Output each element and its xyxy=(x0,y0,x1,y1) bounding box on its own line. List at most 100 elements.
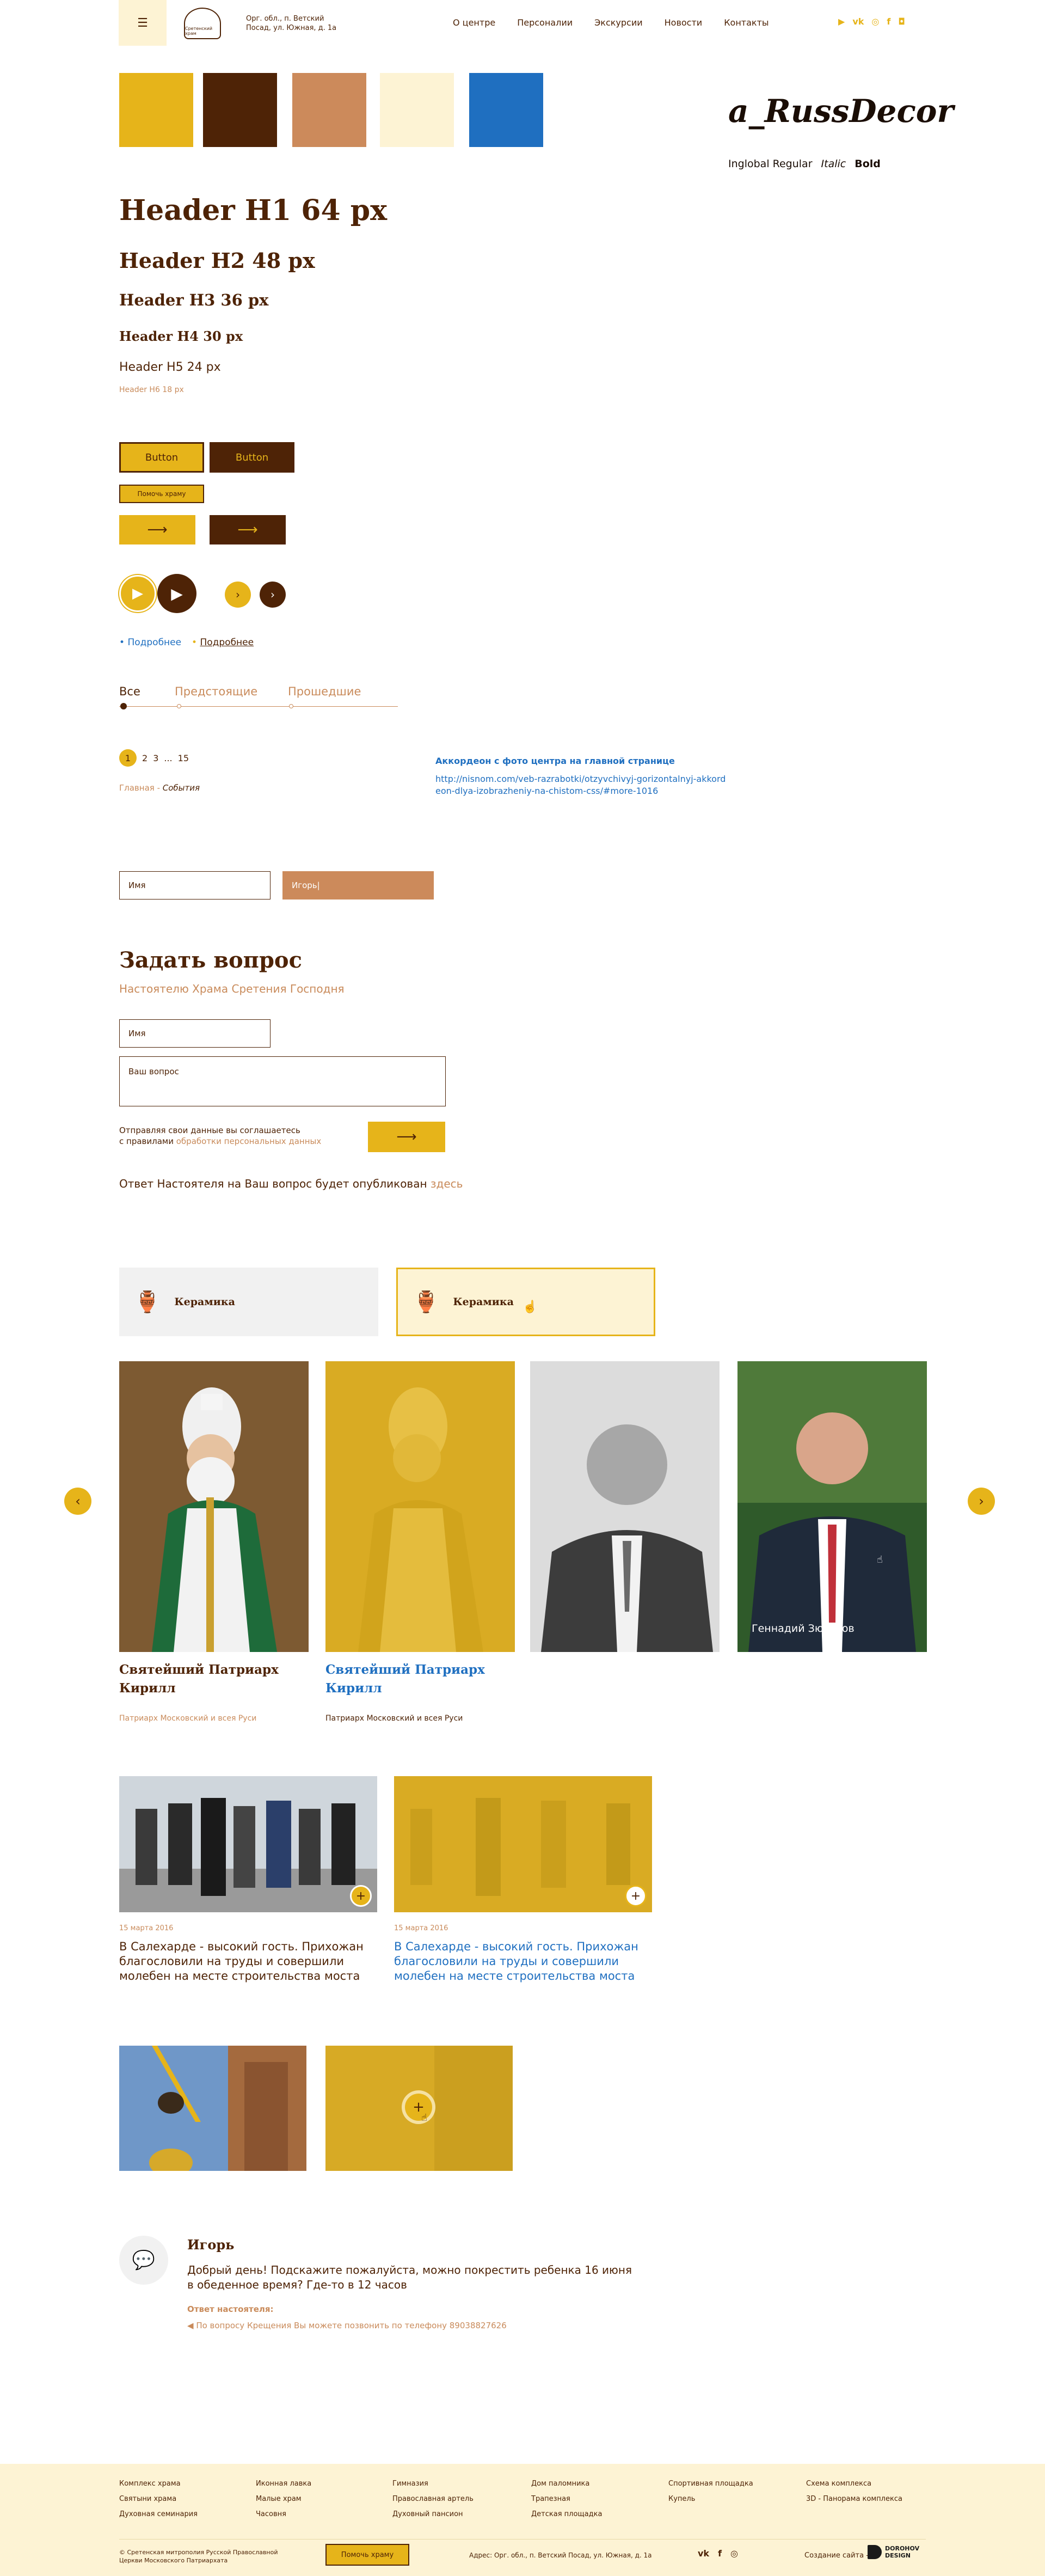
news-title[interactable]: В Салехарде - высокий гость. Прихожан бл… xyxy=(119,1939,370,1984)
nav-item-contacts[interactable]: Контакты xyxy=(724,17,769,28)
youtube-icon[interactable]: ▶ xyxy=(838,16,845,27)
footer-created-by: Создание сайта - xyxy=(804,2551,869,2560)
page-1[interactable]: 1 xyxy=(119,749,137,767)
heading-h5: Header H5 24 px xyxy=(119,360,221,374)
pagination: 1 2 3 ... 15 xyxy=(119,749,189,767)
footer-help-button[interactable]: Помочь храму xyxy=(325,2544,409,2566)
facebook-icon[interactable]: f xyxy=(887,16,890,27)
instagram-icon[interactable]: ◎ xyxy=(730,2548,738,2559)
page-ellipsis: ... xyxy=(164,752,173,763)
tab-indicator xyxy=(120,703,127,709)
next-button-yellow[interactable]: › xyxy=(225,582,251,608)
portrait-photo xyxy=(530,1361,720,1652)
font-style-bold: Bold xyxy=(855,158,881,170)
nav-item-about[interactable]: О центре xyxy=(453,17,495,28)
social-links: ▶ vk ◎ f ◘ xyxy=(838,16,905,27)
ceramics-icon: 🏺 xyxy=(134,1289,161,1314)
next-button-brown[interactable]: › xyxy=(260,582,286,608)
color-swatch-yellow xyxy=(119,73,193,147)
gallery-photo-image xyxy=(119,2046,306,2171)
menu-button[interactable]: ☰ xyxy=(119,0,167,46)
accordion-note-link[interactable]: http://nisnom.com/veb-razrabotki/otzyvch… xyxy=(435,773,729,797)
person-title: Патриарх Московский и всея Руси xyxy=(119,1714,257,1723)
person-photo-hover[interactable] xyxy=(325,1361,515,1652)
person-name[interactable]: Святейший Патриарх Кирилл xyxy=(119,1661,293,1698)
nav-item-news[interactable]: Новости xyxy=(665,17,703,28)
answer-label: Ответ настоятеля: xyxy=(187,2304,274,2314)
reply-icon: ◀ xyxy=(187,2321,196,2330)
top-header: ☰ Сретенский храм Орг. обл., п. Ветский … xyxy=(0,0,1045,46)
footer-col-2: Иконная лавка Малые храм Часовня xyxy=(256,2480,312,2518)
breadcrumb-home[interactable]: Главная xyxy=(119,783,155,793)
main-nav: О центре Персоналии Экскурсии Новости Ко… xyxy=(453,17,769,28)
name-field-filled[interactable]: Игорь| xyxy=(282,871,434,900)
secondary-button[interactable]: Button xyxy=(210,442,294,473)
gallery-zoom-button[interactable]: + xyxy=(402,2090,435,2124)
carousel-next-button[interactable]: › xyxy=(968,1488,995,1515)
arrow-right-icon: ⟶ xyxy=(396,1129,417,1145)
vk-icon[interactable]: vk xyxy=(698,2548,709,2559)
font-name: a_RussDecor xyxy=(728,93,954,130)
arrow-button-yellow[interactable]: ⟶ xyxy=(119,515,195,544)
portrait-photo xyxy=(737,1361,927,1652)
news-photo-image xyxy=(394,1776,652,1912)
patriarch-photo xyxy=(325,1361,515,1652)
news-date: 15 марта 2016 xyxy=(119,1924,174,1932)
question-title: Задать вопрос xyxy=(119,947,302,973)
news-photo-image xyxy=(119,1776,377,1912)
logo[interactable]: Сретенский храм xyxy=(184,8,221,39)
ok-icon[interactable]: ◘ xyxy=(898,16,905,27)
name-field[interactable]: Имя xyxy=(119,871,271,900)
heading-h2: Header H2 48 px xyxy=(119,248,315,273)
news-photo-hover[interactable]: + xyxy=(394,1776,652,1912)
heading-h6: Header H6 18 px xyxy=(119,386,184,394)
header-address: Орг. обл., п. Ветский Посад, ул. Южная, … xyxy=(246,15,337,32)
primary-button[interactable]: Button xyxy=(119,442,204,473)
instagram-icon[interactable]: ◎ xyxy=(871,16,879,27)
category-tab-active[interactable]: 🏺 Керамика ☝ xyxy=(396,1268,655,1336)
page-3[interactable]: 3 xyxy=(153,753,158,763)
more-link-active[interactable]: • Подробнее xyxy=(192,637,254,648)
news-photo[interactable]: + xyxy=(119,1776,377,1912)
color-swatch-copper xyxy=(292,73,366,147)
patriarch-photo xyxy=(119,1361,309,1652)
arrow-button-brown[interactable]: ⟶ xyxy=(210,515,286,544)
play-button-brown[interactable]: ▶ xyxy=(157,574,196,613)
tab-past[interactable]: Прошедшие xyxy=(288,685,361,698)
comment-author: Игорь xyxy=(187,2237,235,2253)
facebook-icon[interactable]: f xyxy=(718,2548,722,2559)
consent-link[interactable]: обработки персональных данных xyxy=(176,1136,321,1146)
submit-question-button[interactable]: ⟶ xyxy=(368,1122,445,1152)
answer-link[interactable]: здесь xyxy=(431,1177,463,1190)
heading-h3: Header H3 36 px xyxy=(119,291,269,309)
page-2[interactable]: 2 xyxy=(142,753,147,763)
news-expand-button[interactable]: + xyxy=(625,1885,647,1907)
news-expand-button[interactable]: + xyxy=(350,1885,372,1907)
studio-logo[interactable]: DOROHOV DESIGN xyxy=(868,2545,923,2559)
play-icon: ▶ xyxy=(171,584,183,603)
page-15[interactable]: 15 xyxy=(178,753,189,763)
person-photo[interactable] xyxy=(530,1361,720,1652)
more-link[interactable]: • Подробнее xyxy=(119,637,181,648)
vk-icon[interactable]: vk xyxy=(852,16,864,27)
tab-upcoming[interactable]: Предстоящие xyxy=(175,685,257,698)
category-tab[interactable]: 🏺 Керамика xyxy=(119,1268,378,1336)
news-title-hover[interactable]: В Салехарде - высокий гость. Прихожан бл… xyxy=(394,1939,644,1984)
breadcrumb: Главная - События xyxy=(119,783,200,793)
gallery-photo[interactable] xyxy=(119,2046,306,2171)
help-temple-button[interactable]: Помочь храму xyxy=(119,485,204,503)
nav-item-tours[interactable]: Экскурсии xyxy=(594,17,643,28)
question-name-field[interactable]: Имя xyxy=(119,1019,271,1048)
person-photo[interactable] xyxy=(119,1361,309,1652)
nav-item-persons[interactable]: Персоналии xyxy=(517,17,573,28)
person-name-hover[interactable]: Святейший Патриарх Кирилл xyxy=(325,1661,500,1698)
color-swatch-cream xyxy=(380,73,454,147)
carousel-prev-button[interactable]: ‹ xyxy=(64,1488,91,1515)
gallery-photo-hover[interactable]: + ☝ xyxy=(325,2046,513,2171)
tab-all[interactable]: Все xyxy=(119,685,140,698)
person-caption: Геннадий Зюганов xyxy=(752,1623,855,1635)
cursor-icon: ☝ xyxy=(877,1554,883,1565)
play-button-yellow[interactable]: ▶ xyxy=(119,575,156,612)
person-photo[interactable]: Геннадий Зюганов ☝ xyxy=(737,1361,927,1652)
question-textarea[interactable]: Ваш вопрос xyxy=(119,1056,446,1106)
